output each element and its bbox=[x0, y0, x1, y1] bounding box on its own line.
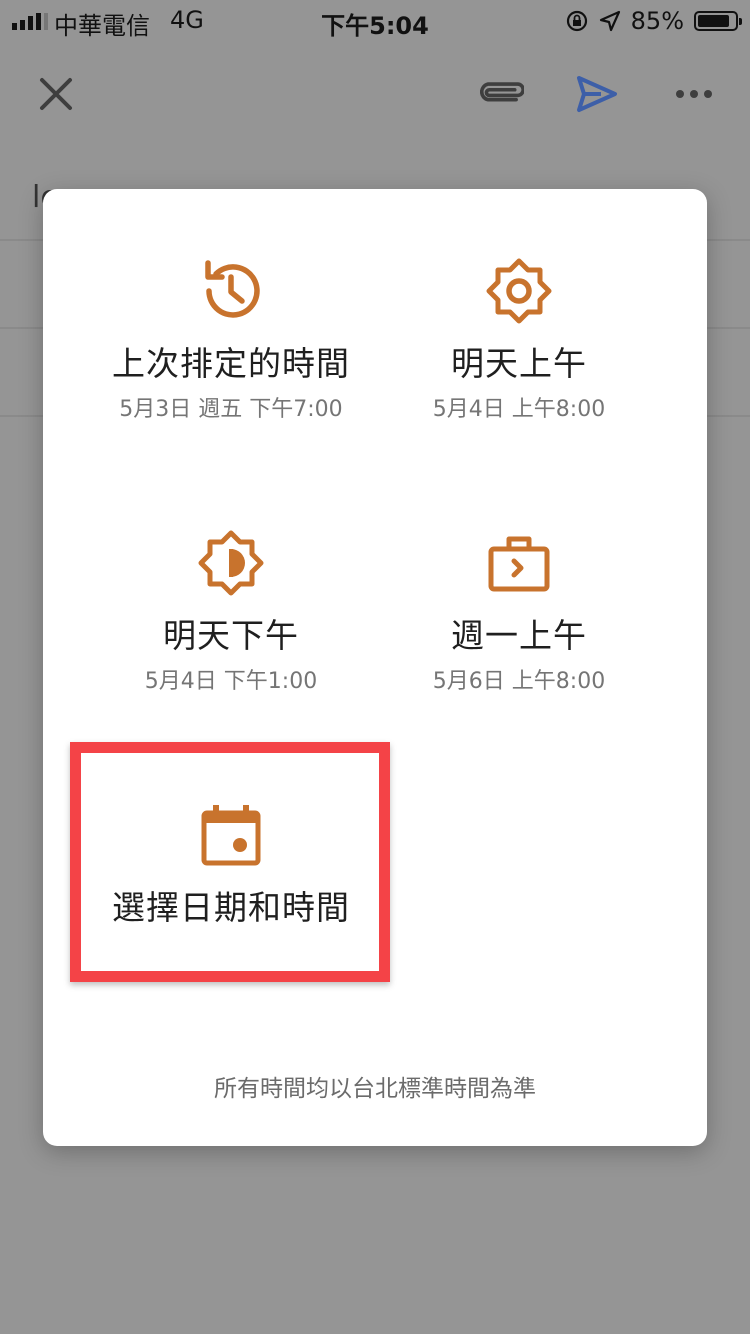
option-title: 選擇日期和時間 bbox=[112, 888, 350, 927]
work-briefcase-icon bbox=[488, 536, 550, 592]
option-subtitle: 5月4日 上午8:00 bbox=[432, 397, 606, 422]
compose-toolbar bbox=[0, 42, 750, 152]
option-subtitle: 5月4日 下午1:00 bbox=[144, 669, 318, 694]
battery-fill bbox=[698, 15, 729, 27]
option-pick-date-time[interactable]: 選擇日期和時間 bbox=[65, 799, 397, 929]
close-icon[interactable] bbox=[34, 72, 78, 116]
option-tomorrow-afternoon[interactable]: 明天下午 5月4日 下午1:00 bbox=[65, 527, 397, 695]
option-title: 週一上午 bbox=[451, 616, 587, 655]
battery-percent: 85% bbox=[630, 7, 684, 35]
afternoon-sun-icon bbox=[198, 530, 264, 596]
attachment-icon[interactable] bbox=[480, 72, 524, 116]
option-monday-morning[interactable]: 週一上午 5月6日 上午8:00 bbox=[353, 527, 685, 695]
option-title: 上次排定的時間 bbox=[112, 344, 350, 383]
status-bar: 中華電信 4G 下午5:04 85% bbox=[0, 0, 750, 42]
option-tomorrow-morning[interactable]: 明天上午 5月4日 上午8:00 bbox=[353, 255, 685, 423]
timezone-note: 所有時間均以台北標準時間為準 bbox=[214, 1076, 536, 1102]
option-title: 明天上午 bbox=[451, 344, 587, 383]
battery-icon bbox=[694, 11, 742, 31]
morning-sun-icon bbox=[486, 258, 552, 324]
calendar-icon bbox=[201, 805, 261, 866]
option-last-scheduled[interactable]: 上次排定的時間 5月3日 週五 下午7:00 bbox=[65, 255, 397, 423]
send-icon[interactable] bbox=[575, 72, 619, 116]
status-right-group: 85% bbox=[565, 6, 742, 36]
option-subtitle: 5月6日 上午8:00 bbox=[432, 669, 606, 694]
option-title: 明天下午 bbox=[163, 616, 299, 655]
orientation-lock-icon bbox=[566, 10, 587, 32]
more-options-icon[interactable] bbox=[672, 72, 716, 116]
schedule-send-dialog: 上次排定的時間 5月3日 週五 下午7:00 明天上午 5月4日 上午8:00 … bbox=[43, 189, 707, 1146]
history-icon bbox=[205, 260, 260, 318]
option-subtitle: 5月3日 週五 下午7:00 bbox=[119, 397, 343, 422]
location-arrow-icon bbox=[599, 10, 620, 32]
